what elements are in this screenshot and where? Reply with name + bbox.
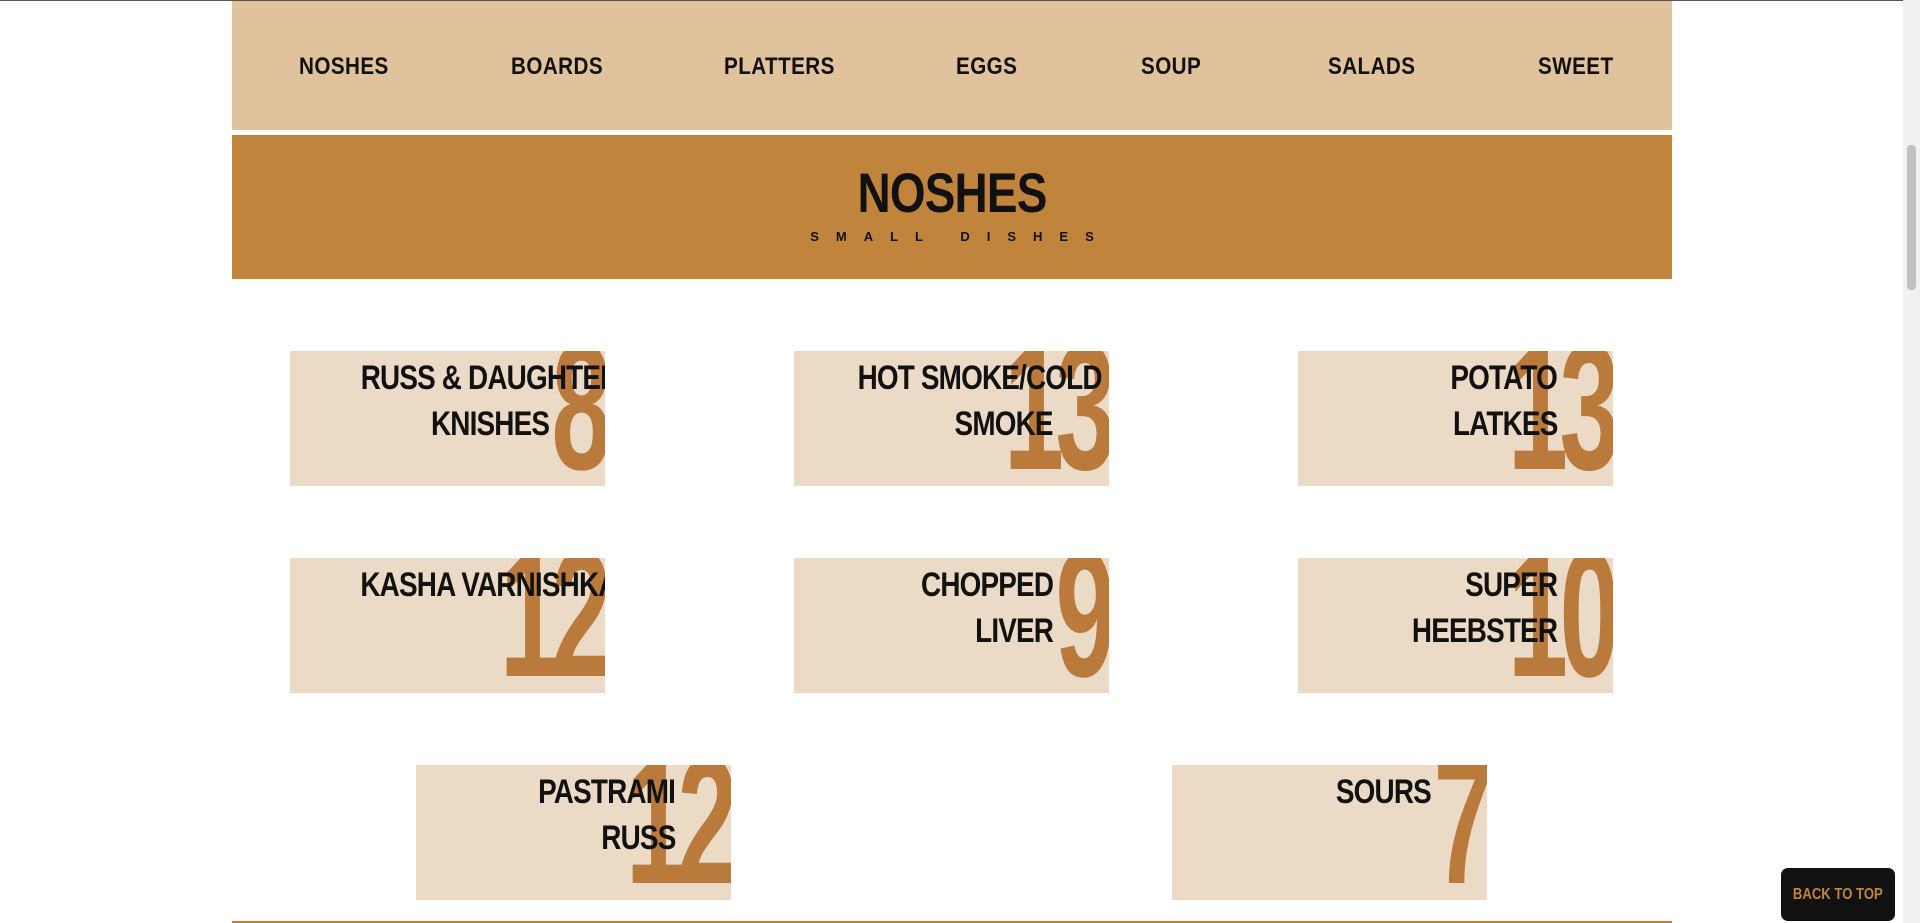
menu-item-price: 7 <box>1433 765 1487 900</box>
nav-item-platters[interactable]: PLATTERS <box>724 53 835 81</box>
nav-item-eggs[interactable]: EGGS <box>956 53 1017 81</box>
nav-item-boards[interactable]: BOARDS <box>511 53 603 81</box>
menu-item-card[interactable]: 13 POTATO LATKES <box>1298 351 1613 486</box>
back-to-top-button[interactable]: BACK TO TOP <box>1781 868 1895 921</box>
menu-item-name-line1: RUSS & DAUGHTERS <box>360 359 605 397</box>
menu-category-nav: NOSHES BOARDS PLATTERS EGGS SOUP SALADS … <box>232 1 1672 130</box>
page-scrollbar[interactable] <box>1903 0 1920 923</box>
section-title: NOSHES <box>857 161 1047 224</box>
menu-item-name: PASTRAMI RUSS <box>426 769 676 861</box>
menu-item-name: KASHA VARNISHKAS <box>300 562 605 654</box>
menu-item-price: 9 <box>1055 558 1109 693</box>
menu-item-name-line2: HEEBSTER <box>1411 612 1558 650</box>
menu-item-name-line1: SOURS <box>1335 773 1432 811</box>
menu-item-card[interactable]: 8 RUSS & DAUGHTERS KNISHES <box>290 351 605 486</box>
menu-item-name: POTATO LATKES <box>1308 355 1557 447</box>
nav-item-soup[interactable]: SOUP <box>1141 53 1201 81</box>
menu-item-name: HOT SMOKE/COLD SMOKE <box>804 355 1103 447</box>
menu-item-name-line1: POTATO <box>1450 359 1557 397</box>
menu-item-name-line2: LIVER <box>974 612 1054 650</box>
menu-item-name-line2: RUSS <box>600 819 676 857</box>
menu-item-name: SOURS <box>1182 769 1432 861</box>
menu-item-name-line2: SMOKE <box>954 405 1054 443</box>
menu-item-card[interactable]: 9 CHOPPED LIVER <box>794 558 1109 693</box>
menu-item-card[interactable]: 10 SUPER HEEBSTER <box>1298 558 1613 693</box>
menu-item-card[interactable]: 12 KASHA VARNISHKAS <box>290 558 605 693</box>
menu-item-card[interactable]: 12 PASTRAMI RUSS <box>416 765 731 900</box>
menu-item-name: RUSS & DAUGHTERS KNISHES <box>300 355 605 447</box>
menu-item-name-line2: KNISHES <box>430 405 550 443</box>
menu-item-name-line1: CHOPPED <box>920 566 1054 604</box>
menu-item-name-line1: SUPER <box>1465 566 1558 604</box>
section-header: NOSHES SMALL DISHES <box>232 135 1672 279</box>
menu-item-card[interactable]: 7 SOURS <box>1172 765 1487 900</box>
menu-item-name-line1: KASHA VARNISHKAS <box>360 566 605 604</box>
section-subtitle: SMALL DISHES <box>810 229 1111 244</box>
menu-item-name: CHOPPED LIVER <box>804 562 1054 654</box>
nav-item-salads[interactable]: SALADS <box>1328 53 1415 81</box>
menu-item-name-line2: LATKES <box>1452 405 1557 443</box>
menu-item-name-line1: HOT SMOKE/COLD <box>857 359 1103 397</box>
nav-item-sweet[interactable]: SWEET <box>1538 53 1614 81</box>
menu-item-name: SUPER HEEBSTER <box>1308 562 1558 654</box>
back-to-top-label: BACK TO TOP <box>1793 885 1883 903</box>
nav-item-noshes[interactable]: NOSHES <box>299 53 389 81</box>
menu-item-name-line1: PASTRAMI <box>538 773 676 811</box>
menu-item-card[interactable]: 13 HOT SMOKE/COLD SMOKE <box>794 351 1109 486</box>
scrollbar-thumb[interactable] <box>1907 145 1916 290</box>
